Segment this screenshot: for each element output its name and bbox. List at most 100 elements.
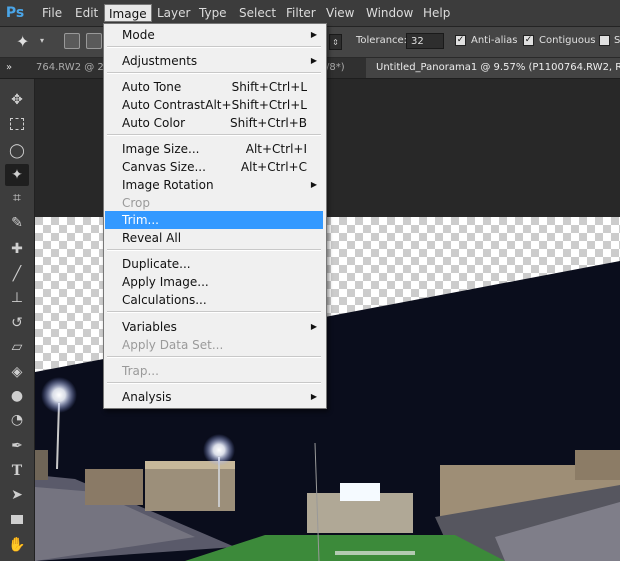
add-selection-icon[interactable] (86, 33, 102, 49)
tools-panel: ✥ ◯ ✦ ⌗ ✎ ✚ ╱ ⊥ ↺ ▱ ◈ ● ◔ ✒ T ➤ ✋ (0, 79, 35, 561)
magic-wand-icon[interactable]: ✦ (16, 32, 29, 51)
menu-item-label: Apply Data Set... (122, 338, 224, 352)
menu-item-auto-contrast[interactable]: Auto Contrast Alt+Shift+Ctrl+L (105, 96, 323, 114)
submenu-arrow-icon: ▶ (310, 30, 317, 39)
menu-separator (107, 356, 321, 358)
tolerance-input[interactable]: 32 (406, 33, 444, 49)
shortcut-label: Alt+Ctrl+C (240, 160, 307, 174)
menu-edit[interactable]: Edit (75, 4, 98, 22)
panel-collapse-icon[interactable]: » (6, 58, 12, 78)
menu-item-mode[interactable]: Mode ▶ (105, 26, 323, 44)
sample-all-layers-checkbox[interactable] (599, 35, 610, 46)
menu-item-label: Trap... (122, 364, 159, 378)
menu-item-label: Duplicate... (122, 257, 191, 271)
photoshop-logo: Ps (5, 5, 25, 21)
menu-item-label: Mode (122, 28, 155, 42)
shortcut-label: Shift+Ctrl+L (231, 80, 307, 94)
menu-separator (107, 311, 321, 313)
marquee-tool-icon[interactable] (5, 115, 29, 137)
menu-item-auto-color[interactable]: Auto Color Shift+Ctrl+B (105, 114, 323, 132)
menu-type[interactable]: Type (199, 4, 227, 22)
menu-item-variables[interactable]: Variables ▶ (105, 318, 323, 336)
menu-item-duplicate[interactable]: Duplicate... (105, 255, 323, 273)
menu-item-label: Auto Contrast (122, 98, 205, 112)
sample-all-layers-label: S (614, 35, 620, 46)
submenu-arrow-icon: ▶ (310, 56, 317, 65)
menu-item-label: Calculations... (122, 293, 207, 307)
new-selection-icon[interactable] (64, 33, 80, 49)
menu-item-calculations[interactable]: Calculations... (105, 291, 323, 309)
menu-item-label: Adjustments (122, 54, 198, 68)
tab-p1100764[interactable]: 764.RW2 @ 2 (36, 58, 104, 78)
shortcut-label: Alt+Ctrl+I (245, 142, 307, 156)
sample-size-dropdown-icon[interactable]: ⇕ (329, 34, 342, 50)
menu-select[interactable]: Select (239, 4, 276, 22)
magic-wand-tool-icon[interactable]: ✦ (5, 164, 29, 186)
menu-filter[interactable]: Filter (286, 4, 316, 22)
menu-item-analysis[interactable]: Analysis ▶ (105, 388, 323, 406)
hand-tool-icon[interactable]: ✋ (5, 534, 29, 556)
menu-item-trap: Trap... (105, 362, 323, 380)
menu-item-label: Canvas Size... (122, 160, 206, 174)
menu-item-trim[interactable]: Trim... (105, 211, 323, 229)
eyedropper-tool-icon[interactable]: ✎ (5, 212, 29, 234)
move-tool-icon[interactable]: ✥ (5, 89, 29, 111)
menu-window[interactable]: Window (366, 4, 413, 22)
menu-item-label: Trim... (122, 213, 159, 227)
menu-separator (107, 249, 321, 251)
pen-tool-icon[interactable]: ✒ (5, 435, 29, 457)
blur-tool-icon[interactable]: ● (5, 385, 29, 407)
path-selection-tool-icon[interactable]: ➤ (5, 484, 29, 506)
menu-item-image-size[interactable]: Image Size... Alt+Ctrl+I (105, 140, 323, 158)
crop-tool-icon[interactable]: ⌗ (5, 187, 29, 209)
shortcut-label: Shift+Ctrl+B (230, 116, 307, 130)
submenu-arrow-icon: ▶ (310, 180, 317, 189)
menu-item-adjustments[interactable]: Adjustments ▶ (105, 52, 323, 70)
stadium-light-left (41, 377, 77, 413)
menu-separator (107, 72, 321, 74)
rectangle-tool-icon[interactable] (5, 509, 29, 531)
clone-stamp-tool-icon[interactable]: ⊥ (5, 287, 29, 309)
menu-separator (107, 382, 321, 384)
menu-item-label: Image Size... (122, 142, 200, 156)
menu-item-label: Reveal All (122, 231, 182, 245)
menu-item-label: Image Rotation (122, 178, 214, 192)
submenu-arrow-icon: ▶ (310, 322, 317, 331)
chevron-down-icon[interactable]: ▾ (40, 36, 44, 45)
healing-brush-tool-icon[interactable]: ✚ (5, 238, 29, 260)
lasso-tool-icon[interactable]: ◯ (5, 140, 29, 162)
menu-item-label: Variables (122, 320, 177, 334)
type-tool-icon[interactable]: T (5, 460, 29, 482)
menu-item-image-rotation[interactable]: Image Rotation ▶ (105, 176, 323, 194)
menu-separator (107, 46, 321, 48)
image-menu-dropdown: Mode ▶ Adjustments ▶ Auto Tone Shift+Ctrl+L… (103, 23, 327, 409)
history-brush-tool-icon[interactable]: ↺ (5, 312, 29, 334)
eraser-tool-icon[interactable]: ▱ (5, 336, 29, 358)
menu-item-canvas-size[interactable]: Canvas Size... Alt+Ctrl+C (105, 158, 323, 176)
anti-alias-checkbox[interactable]: ✓ (455, 35, 466, 46)
stadium-light-center (203, 434, 235, 466)
menu-item-label: Auto Tone (122, 80, 182, 94)
tab-untitled-panorama[interactable]: Untitled_Panorama1 @ 9.57% (P1100764.RW2… (366, 58, 620, 78)
dodge-tool-icon[interactable]: ◔ (5, 409, 29, 431)
menu-item-reveal-all[interactable]: Reveal All (105, 229, 323, 247)
menu-image[interactable]: Image (104, 4, 152, 22)
menu-view[interactable]: View (326, 4, 354, 22)
menu-separator (107, 134, 321, 136)
menu-help[interactable]: Help (423, 4, 450, 22)
contiguous-checkbox[interactable]: ✓ (523, 35, 534, 46)
menu-item-label: Crop (122, 196, 151, 210)
menu-item-label: Apply Image... (122, 275, 209, 289)
menu-layer[interactable]: Layer (157, 4, 190, 22)
menu-item-label: Analysis (122, 390, 172, 404)
brush-tool-icon[interactable]: ╱ (5, 263, 29, 285)
submenu-arrow-icon: ▶ (310, 392, 317, 401)
menu-item-apply-image[interactable]: Apply Image... (105, 273, 323, 291)
menu-item-auto-tone[interactable]: Auto Tone Shift+Ctrl+L (105, 78, 323, 96)
shortcut-label: Alt+Shift+Ctrl+L (205, 98, 307, 112)
menu-item-crop: Crop (105, 194, 323, 212)
tolerance-label: Tolerance: (356, 35, 408, 46)
paint-bucket-tool-icon[interactable]: ◈ (5, 361, 29, 383)
menu-file[interactable]: File (42, 4, 62, 22)
tab-second-document[interactable]: /8*) (326, 58, 345, 78)
